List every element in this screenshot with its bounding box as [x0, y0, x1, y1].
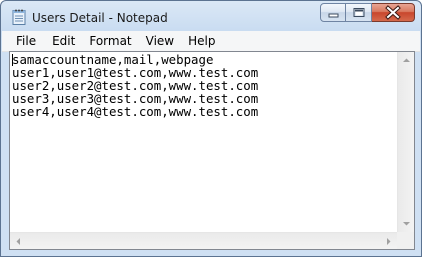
caption-buttons — [320, 3, 415, 25]
notepad-icon[interactable] — [12, 9, 26, 25]
text-line: user4,user4@test.com,www.test.com — [12, 104, 259, 119]
maximize-button[interactable] — [346, 3, 372, 22]
menu-bar: File Edit Format View Help — [2, 31, 420, 52]
maximize-icon — [353, 8, 365, 17]
menu-edit[interactable]: Edit — [45, 32, 82, 50]
text-caret — [12, 54, 13, 66]
text-editor[interactable]: samaccountname,mail,webpage user1,user1@t… — [9, 51, 415, 250]
menu-help[interactable]: Help — [181, 32, 222, 50]
scroll-down-icon[interactable] — [402, 219, 411, 228]
scroll-up-icon[interactable] — [402, 56, 411, 65]
window-title: Users Detail - Notepad — [32, 11, 168, 25]
menu-view[interactable]: View — [139, 32, 181, 50]
menu-format[interactable]: Format — [82, 32, 138, 50]
vertical-scrollbar[interactable] — [397, 52, 414, 232]
horizontal-scrollbar[interactable] — [10, 232, 397, 249]
close-button[interactable] — [372, 3, 415, 22]
menu-file[interactable]: File — [2, 32, 45, 50]
size-grip[interactable] — [397, 232, 414, 249]
minimize-button[interactable] — [320, 3, 346, 22]
title-bar[interactable]: Users Detail - Notepad — [1, 1, 421, 31]
scroll-left-icon[interactable] — [14, 237, 23, 246]
scroll-right-icon[interactable] — [384, 237, 393, 246]
notepad-window: Users Detail - Notepad File Edit Format … — [0, 0, 422, 257]
close-icon — [385, 5, 401, 20]
document-text[interactable]: samaccountname,mail,webpage user1,user1@t… — [12, 53, 397, 231]
minimize-icon — [328, 13, 339, 18]
